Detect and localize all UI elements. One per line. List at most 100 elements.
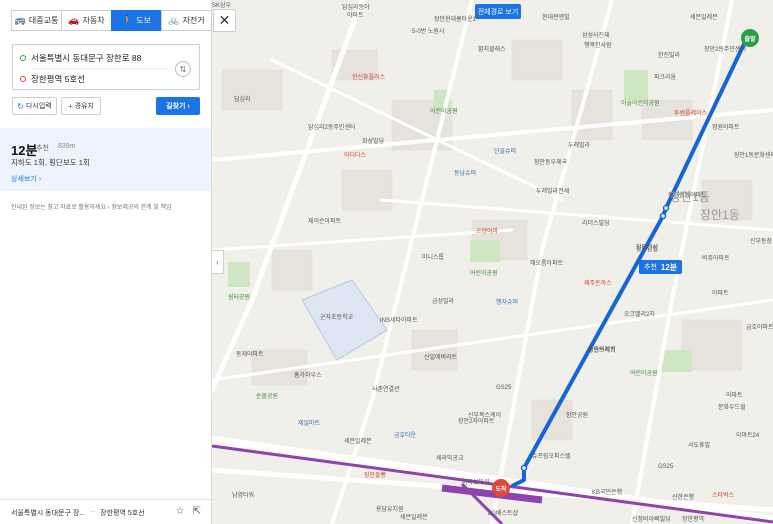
map-poi-label[interactable]: 어린이공원 (470, 268, 498, 277)
map-poi-label[interactable]: 장안현대홈타운1 (434, 14, 476, 23)
map-poi-label[interactable]: 두레빌라 (568, 140, 590, 149)
map-poi-label[interactable]: 순돌공원 (256, 391, 278, 400)
map-poi-label[interactable]: 리더스빌딩 (582, 218, 610, 227)
map-poi-label[interactable]: 답십리 (234, 94, 251, 103)
map-poi-label[interactable]: 아디다스 (344, 150, 366, 159)
map-poi-label[interactable]: 장안쓰레기 (588, 345, 616, 354)
map-poi-label[interactable]: 장안2동주민센터 (704, 44, 746, 53)
map-poi-label[interactable]: 신한은행 (672, 492, 694, 501)
map-poi-label[interactable]: 금호아파트 (746, 322, 773, 331)
map-poi-label[interactable]: 파크리움 (654, 72, 676, 81)
map-poi-label[interactable]: 장안1동문화센터 (734, 150, 773, 159)
share-icon[interactable]: ⇱ (193, 506, 201, 517)
map-poi-label[interactable]: LG베스트샵 (488, 508, 518, 517)
map-poi-label[interactable]: 오크벨리2차 (624, 309, 655, 318)
map-poi-label[interactable]: 금호타운 (394, 430, 416, 439)
map-poi-label[interactable]: 답십리2동주민센터 (308, 122, 356, 131)
map-poi-label[interactable]: 아파트 (726, 390, 743, 399)
map-poi-label[interactable]: 신부동장 (750, 236, 772, 245)
map-poi-label[interactable]: 세븐일레븐 (690, 12, 718, 21)
map-poi-label[interactable]: 동남슈퍼 (454, 168, 476, 177)
map-poi-label[interactable]: 미니스톱 (422, 252, 444, 261)
map-poi-label[interactable]: 세븐일레븐 (400, 512, 428, 521)
origin-field[interactable]: 서울특별시 동대문구 장한로 88 (31, 52, 141, 64)
map-poi-label[interactable]: 아파트 (347, 10, 364, 19)
map-poi-label[interactable]: 삼성사진재 (582, 30, 610, 39)
map-poi-label[interactable]: 제주돈까스 (584, 278, 612, 287)
map-poi-label[interactable]: 어린이공원 (630, 368, 658, 377)
map-poi-label[interactable]: 장안2자아파트 (458, 416, 494, 425)
find-route-button[interactable]: 길찾기 › (156, 97, 200, 115)
start-marker[interactable]: 출발 (741, 29, 759, 47)
map-poi-label[interactable]: 장안공원 (566, 410, 588, 419)
map-poi-label[interactable]: 화성빌딩 (362, 136, 384, 145)
map-poi-label[interactable]: 두레빌라전세 (536, 186, 569, 195)
map-poi-label[interactable]: 5-0번 노원시 (412, 26, 444, 35)
map-poi-label[interactable]: GS25 (496, 385, 511, 391)
map-poi-label[interactable]: 미라보타워 (462, 477, 490, 486)
map-poi-label[interactable]: 용답유치원 (376, 504, 404, 513)
map-poi-label[interactable]: INS세타아파트 (380, 315, 418, 324)
map-poi-label[interactable]: 황지클래스 (478, 44, 506, 53)
map-poi-label[interactable]: 투썸플레이스 (674, 108, 707, 117)
map-poi-label[interactable]: 장안동우체국 (534, 157, 567, 166)
map-poi-label[interactable]: 제이슨아파트 (308, 216, 341, 225)
map-poi-label[interactable]: 세라믹공교 (436, 453, 464, 462)
map-poi-label[interactable]: 금성빌라 (432, 296, 454, 305)
map-poi-label[interactable]: 스타벅스 (712, 490, 734, 499)
reset-button[interactable]: ↻ 다시입력 (12, 97, 57, 115)
map-poi-label[interactable]: 쉼터공원 (228, 292, 250, 301)
map-poi-label[interactable]: 장안1동 (700, 206, 740, 223)
map-poi-label[interactable]: 단골슈퍼 (494, 146, 516, 155)
mode-tab-car[interactable]: 🚗 자동차 (61, 10, 112, 31)
mode-tab-bus[interactable]: 🚌 대중교통 (11, 10, 62, 31)
map-poi-label[interactable]: 동재아파트 (236, 349, 264, 358)
map-poi-label[interactable]: 해오름아파트 (530, 258, 563, 267)
map-poi-label[interactable]: KB국민은행 (592, 487, 622, 496)
collapse-panel-icon[interactable]: ‹ (212, 250, 224, 274)
map-poi-label[interactable]: 아파트 (712, 288, 729, 297)
close-icon[interactable]: ✕ (213, 9, 236, 32)
map-poi-label[interactable]: 현대썬앤빌 (542, 12, 570, 21)
map-poi-label[interactable]: 비쥬아파트 (702, 253, 730, 262)
destination-row[interactable]: 장한평역 5호선 (20, 73, 85, 85)
map-poi-label[interactable]: 홈가하우스 (294, 370, 322, 379)
map-poi-label[interactable]: 슈프림오피스텔 (532, 451, 571, 460)
end-marker[interactable]: 도착 (492, 479, 510, 497)
star-icon[interactable]: ☆ (176, 506, 185, 517)
map-poi-label[interactable]: 제일마트 (298, 418, 320, 427)
map-poi-label[interactable]: 군자초등학교 (320, 312, 353, 321)
map-poi-label[interactable]: 이마트24 (736, 430, 759, 439)
map-poi-label[interactable]: 한진빌라 (658, 50, 680, 59)
map-poi-label[interactable]: 정원아파트 (712, 122, 740, 131)
map-poi-label[interactable]: 문화우드힐 (718, 402, 746, 411)
disclaimer-text[interactable]: 안내된 정보는 참고 자료로 활용하세요 › 정보제공의 한계 및 책임 (11, 202, 172, 211)
map-poi-label[interactable]: 장안남빌 (636, 244, 658, 253)
map-poi-label[interactable]: 신일에버라트 (424, 352, 457, 361)
swap-icon[interactable]: ⇅ (175, 61, 191, 77)
origin-row[interactable]: 서울특별시 동대문구 장한로 88 (20, 52, 141, 64)
route-time-badge[interactable]: 추천 12분 (639, 260, 683, 274)
map-poi-label[interactable]: 서도휴빌 (688, 440, 710, 449)
map-poi-label[interactable]: 행자슈퍼 (496, 297, 518, 306)
map-poi-label[interactable]: 장한평역 (682, 514, 704, 523)
route-result-card[interactable]: 12분 추천 839m 지하도 1회, 횡단보도 1회 상세보기 › (0, 128, 211, 191)
mode-tab-walk[interactable]: 🚶 도보 (111, 10, 162, 31)
map-poi-label[interactable]: SK삼우 (212, 0, 231, 9)
map-poi-label[interactable]: 남양타워 (232, 490, 254, 499)
map-poi-label[interactable]: 사촌연결관 (372, 384, 400, 393)
view-all-route-button[interactable]: 전체경로 보기 (475, 4, 521, 19)
destination-field[interactable]: 장한평역 5호선 (31, 73, 85, 85)
map-poi-label[interactable]: 이솔어린이공원 (621, 98, 660, 107)
map-poi-label[interactable]: 한신휴플러스 (352, 72, 385, 81)
map-poi-label[interactable]: 어린이공원 (430, 106, 458, 115)
map-poi-label[interactable]: 신정비아빠빌딩 (632, 514, 671, 523)
detail-link[interactable]: 상세보기 › (11, 174, 41, 184)
map-poi-label[interactable]: 장안돌빵 (364, 470, 386, 479)
map-poi-label[interactable]: 오뎅어마 (476, 226, 498, 235)
map-view[interactable]: 답십리동아 아파트 한신휴플러스 장안현대홈타운1 현대썬앤빌 5-0번 노원시 황지클래스… (212, 0, 773, 524)
add-waypoint-button[interactable]: + 경유지 (61, 97, 101, 115)
mode-tab-bicycle[interactable]: 🚲 자전거 (161, 10, 212, 31)
map-poi-label[interactable]: GS25 (658, 464, 673, 470)
map-poi-label[interactable]: 행복한사람 (584, 40, 612, 49)
